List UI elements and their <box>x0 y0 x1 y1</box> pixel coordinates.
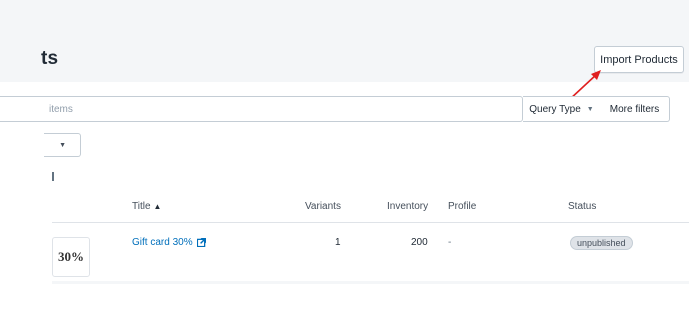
chevron-down-icon: ▼ <box>59 141 66 149</box>
query-type-dropdown[interactable]: Query Type ▼ <box>523 96 601 122</box>
chevron-down-icon: ▼ <box>586 105 594 113</box>
product-title: Gift card 30% <box>132 237 193 248</box>
product-thumbnail[interactable]: 30% <box>52 237 90 277</box>
column-title-label: Title <box>132 201 151 212</box>
more-filters-button[interactable]: More filters <box>600 96 670 122</box>
variants-count: 1 <box>335 237 341 248</box>
bulk-action-select[interactable]: ▼ <box>44 133 81 157</box>
profile-value: - <box>448 237 452 248</box>
external-link-icon[interactable] <box>196 238 206 247</box>
status-badge: unpublished <box>570 236 633 250</box>
page-title: ts <box>41 48 59 69</box>
divider <box>52 172 54 181</box>
table-row[interactable]: 30% Gift card 30% 1 200 - unpublished <box>0 223 689 281</box>
page-header: ts Import Products <box>0 0 689 82</box>
column-header-inventory[interactable]: Inventory <box>387 201 428 212</box>
inventory-count: 200 <box>411 237 428 248</box>
column-header-variants[interactable]: Variants <box>305 201 341 212</box>
column-header-status[interactable]: Status <box>568 201 596 212</box>
products-page: ts Import Products Query Type ▼ More fil… <box>0 0 689 310</box>
column-header-profile[interactable]: Profile <box>448 201 476 212</box>
caret-up-icon: ▲ <box>153 202 162 211</box>
filter-bar: Query Type ▼ More filters <box>0 96 689 122</box>
search-input[interactable] <box>0 96 523 122</box>
import-products-button[interactable]: Import Products <box>594 46 684 73</box>
column-header-title[interactable]: Title ▲ <box>132 201 161 212</box>
product-title-link[interactable]: Gift card 30% <box>132 237 206 248</box>
table-footer-band <box>52 281 689 284</box>
query-type-label: Query Type <box>529 103 581 115</box>
